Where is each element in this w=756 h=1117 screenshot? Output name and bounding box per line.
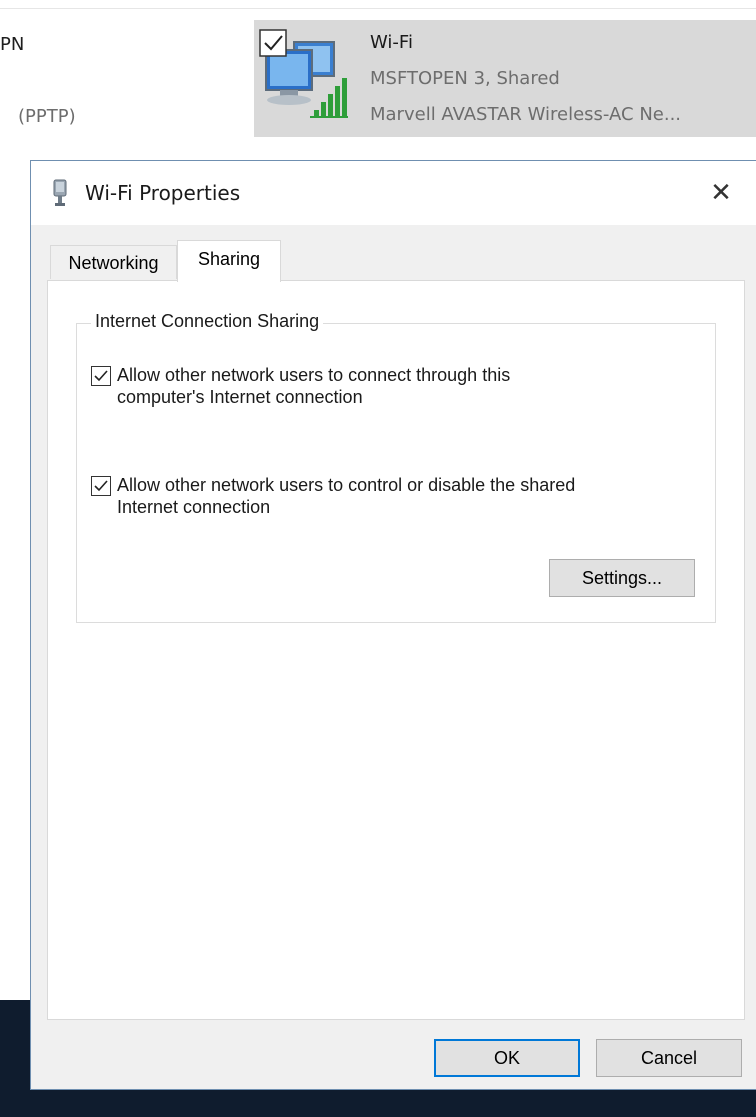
background-connection-type: (PPTP) [18,106,76,127]
close-button[interactable]: ✕ [699,175,743,211]
allow-control-checkbox[interactable] [91,476,111,496]
allow-control-option[interactable]: Allow other network users to control or … [91,474,597,518]
sharing-panel: Internet Connection Sharing Allow other … [47,280,745,1020]
settings-button[interactable]: Settings... [549,559,695,597]
adapter-device: Marvell AVASTAR Wireless-AC Ne... [370,104,682,125]
background-connection-name: PN [0,34,25,55]
wifi-adapter-item[interactable]: Wi-Fi MSFTOPEN 3, Shared Marvell AVASTAR… [254,20,756,137]
allow-connect-option[interactable]: Allow other network users to connect thr… [91,364,597,408]
cancel-button[interactable]: Cancel [596,1039,742,1077]
tab-sharing-label: Sharing [197,249,261,269]
adapter-name: Wi-Fi [370,32,413,53]
top-divider [0,8,756,9]
tab-networking[interactable]: Networking [50,245,177,279]
group-title: Internet Connection Sharing [91,311,324,332]
wifi-properties-dialog: Wi-Fi Properties ✕ Networking Sharing In… [30,160,756,1090]
ok-button[interactable]: OK [434,1039,580,1077]
network-adapter-wifi-icon [258,28,358,124]
tab-networking-label: Networking [68,253,159,273]
title-bar[interactable]: Wi-Fi Properties ✕ [31,161,756,225]
allow-control-label: Allow other network users to control or … [117,475,576,517]
allow-connect-label: Allow other network users to connect thr… [117,365,511,407]
adapter-status: MSFTOPEN 3, Shared [370,68,560,89]
dialog-title: Wi-Fi Properties [85,181,241,205]
close-icon: ✕ [710,178,732,208]
tab-sharing[interactable]: Sharing [177,240,281,282]
internet-connection-sharing-group: Internet Connection Sharing Allow other … [76,311,716,623]
network-adapter-icon [51,179,69,207]
allow-connect-checkbox[interactable] [91,366,111,386]
